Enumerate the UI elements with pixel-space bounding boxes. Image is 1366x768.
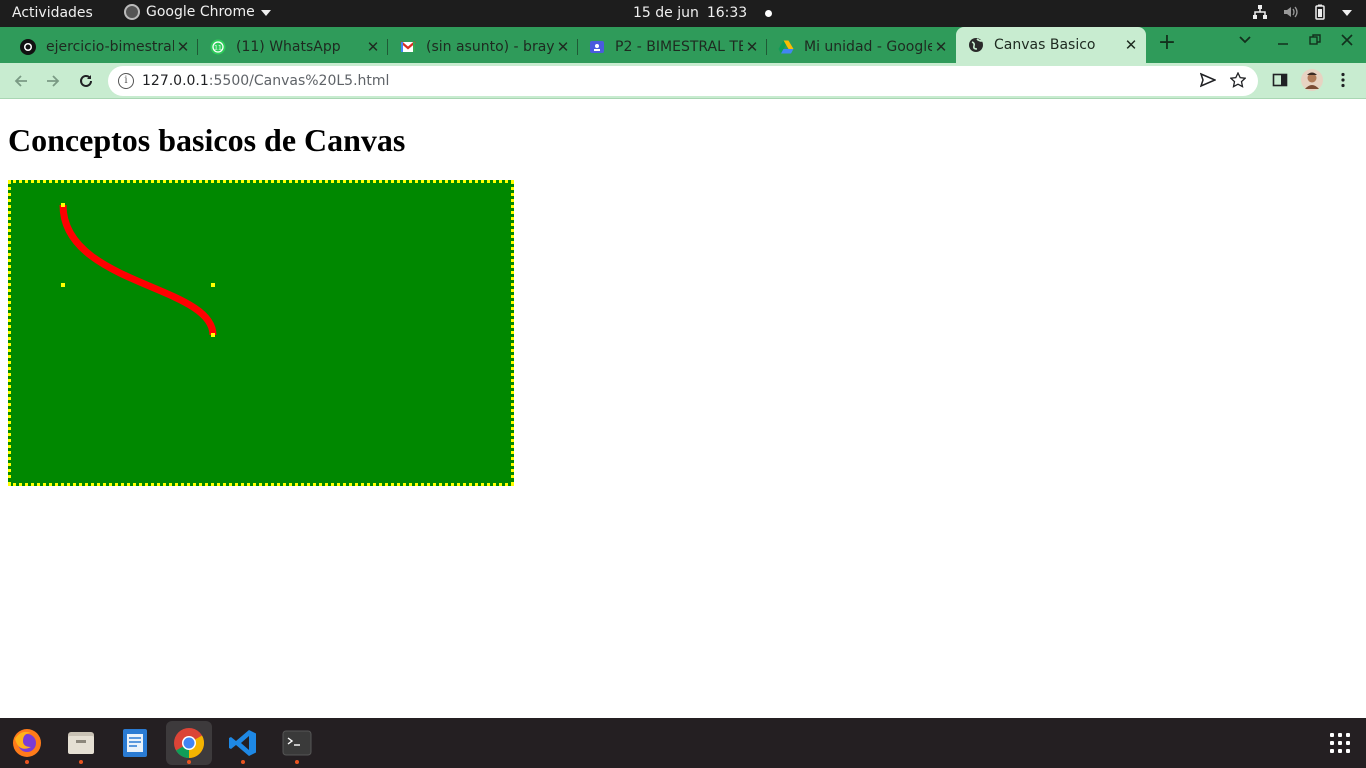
url-path: :5500/Canvas%20L5.html [208, 73, 390, 89]
url-host: 127.0.0.1 [142, 73, 209, 89]
show-applications-grid-icon[interactable] [1330, 733, 1350, 753]
running-indicator [295, 760, 299, 764]
gmail-icon [400, 41, 416, 52]
send-to-device-icon[interactable] [1199, 72, 1217, 92]
tab-title: (sin asunto) - brayan [426, 39, 554, 55]
tab-drive[interactable]: Mi unidad - Google ✕ [758, 31, 956, 63]
tab-github[interactable]: ejercicio-bimestral ✕ [0, 31, 198, 63]
running-indicator [187, 760, 191, 764]
notification-dot-icon [765, 10, 773, 17]
back-arrow-icon[interactable] [10, 70, 32, 92]
new-tab-plus-icon[interactable]: + [1156, 32, 1178, 54]
web-page: Conceptos basicos de Canvas [0, 100, 1366, 718]
dock-terminal[interactable] [274, 721, 320, 765]
control-point-cp1 [61, 283, 65, 287]
running-indicator [79, 760, 83, 764]
globe-icon [969, 38, 983, 52]
page-heading: Conceptos basicos de Canvas [8, 122, 406, 158]
github-icon [20, 39, 36, 55]
dock-text-editor[interactable] [112, 721, 158, 765]
dock-firefox[interactable] [4, 721, 50, 765]
drive-icon [778, 40, 794, 54]
tab-title: ejercicio-bimestral [46, 39, 174, 55]
tab-canvas-basico[interactable]: Canvas Basico ✕ [956, 27, 1146, 63]
tab-whatsapp[interactable]: 11 (11) WhatsApp ✕ [190, 31, 388, 63]
volume-icon [1284, 6, 1298, 18]
close-icon[interactable]: ✕ [1122, 36, 1140, 54]
tab-title: P2 - BIMESTRAL TE [615, 39, 743, 55]
control-point-end [211, 333, 215, 337]
chrome-icon [174, 728, 205, 758]
canvas-drawing [59, 203, 217, 337]
bookmark-star-icon[interactable] [1229, 71, 1247, 92]
tab-title: (11) WhatsApp [236, 39, 341, 55]
tab-gmail[interactable]: (sin asunto) - brayan ✕ [380, 31, 578, 63]
dock-chrome[interactable] [166, 721, 212, 765]
app-menu-label: Google Chrome [146, 4, 255, 20]
running-indicator [241, 760, 245, 764]
profile-avatar[interactable] [1301, 69, 1323, 95]
system-top-bar: Actividades Google Chrome 15 de jun 16:3… [0, 0, 1366, 27]
control-point-cp2 [211, 283, 215, 287]
tab-title: Canvas Basico [994, 37, 1096, 53]
chrome-app-icon [124, 4, 140, 20]
close-icon[interactable]: ✕ [932, 38, 950, 56]
control-point-start [61, 203, 65, 207]
dock-files[interactable] [58, 721, 104, 765]
kebab-menu-icon[interactable] [1340, 72, 1346, 92]
tab-title: Mi unidad - Google [804, 39, 932, 55]
tab-strip: ejercicio-bimestral ✕ 11 (11) WhatsApp ✕… [0, 27, 1366, 63]
close-window-icon[interactable] [1340, 33, 1354, 51]
whatsapp-icon: 11 [210, 39, 226, 55]
bezier-curve [59, 204, 217, 336]
running-indicator [25, 760, 29, 764]
svg-text:11: 11 [214, 45, 222, 52]
classroom-icon [590, 41, 604, 53]
dock-vscode[interactable] [220, 721, 266, 765]
html-canvas[interactable] [8, 180, 514, 486]
tab-classroom[interactable]: P2 - BIMESTRAL TE ✕ [569, 31, 767, 63]
battery-icon [1315, 4, 1325, 20]
activities-button[interactable]: Actividades [12, 5, 93, 21]
reload-icon[interactable] [75, 70, 97, 92]
text-editor-icon [123, 729, 147, 757]
minimize-icon[interactable] [1276, 33, 1290, 51]
restore-icon[interactable] [1308, 33, 1322, 51]
vscode-icon [229, 730, 256, 756]
tab-search-chevron-icon[interactable] [1238, 33, 1252, 51]
forward-arrow-icon[interactable] [42, 70, 64, 92]
clock-time: 16:33 [706, 5, 748, 21]
app-menu[interactable]: Google Chrome [124, 4, 271, 20]
address-bar[interactable]: i 127.0.0.1:5500/Canvas%20L5.html [108, 66, 1258, 96]
firefox-icon [13, 729, 41, 757]
network-icon [1253, 5, 1267, 19]
chevron-down-icon [260, 10, 271, 16]
clock[interactable]: 15 de jun 16:33 [633, 5, 773, 21]
clock-date: 15 de jun [633, 5, 699, 21]
files-icon [68, 732, 94, 754]
side-panel-icon[interactable] [1272, 72, 1288, 92]
site-info-icon[interactable]: i [118, 73, 134, 89]
terminal-icon [282, 730, 312, 756]
browser-toolbar: i 127.0.0.1:5500/Canvas%20L5.html [0, 63, 1366, 99]
ubuntu-dock [0, 718, 1366, 768]
system-status-menu[interactable] [1252, 4, 1352, 20]
chevron-down-icon [1342, 10, 1352, 16]
